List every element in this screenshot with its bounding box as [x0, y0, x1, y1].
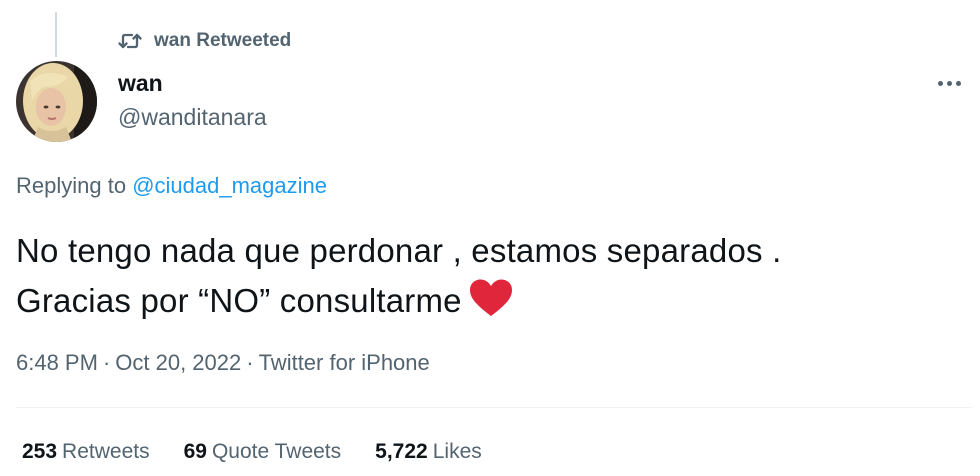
retweets-stat[interactable]: 253 Retweets [22, 440, 150, 464]
tweet-metadata: 6:48 PM · Oct 20, 2022 · Twitter for iPhone [16, 350, 430, 376]
tweet-text-line-2: Gracias por “NO” consultarme [16, 276, 966, 332]
meta-separator: · [246, 350, 254, 375]
tweet-text-line-1: No tengo nada que perdonar , estamos sep… [16, 232, 782, 269]
retweet-label: wan Retweeted [154, 30, 292, 51]
replying-prefix: Replying to [16, 173, 127, 198]
more-dot [955, 80, 961, 86]
engagement-stats: 253 Retweets 69 Quote Tweets 5,722 Likes [22, 440, 482, 464]
likes-stat[interactable]: 5,722 Likes [375, 440, 482, 464]
avatar[interactable] [16, 61, 97, 142]
author-handle[interactable]: @wanditanara [118, 104, 267, 131]
more-icon[interactable] [932, 70, 966, 96]
retweets-count: 253 [22, 440, 58, 463]
divider [16, 407, 972, 408]
tweet-text-line-2-text: Gracias por “NO” consultarme [16, 282, 462, 319]
tweet-source-link[interactable]: Twitter for iPhone [259, 350, 430, 375]
tweet-time[interactable]: 6:48 PM [16, 350, 98, 375]
quote-tweets-count: 69 [183, 440, 207, 463]
tweet-text: No tengo nada que perdonar , estamos sep… [16, 226, 966, 332]
retweets-label: Retweets [62, 440, 150, 463]
more-dot [937, 80, 943, 86]
meta-separator: · [102, 350, 111, 375]
red-heart-icon [468, 278, 514, 332]
replying-to: Replying to @ciudad_magazine [16, 173, 327, 199]
retweet-header[interactable]: wan Retweeted [118, 28, 291, 54]
likes-label: Likes [432, 440, 482, 463]
reply-mention-link[interactable]: @ciudad_magazine [132, 173, 327, 198]
retweet-icon [118, 31, 142, 51]
more-dot [946, 80, 952, 86]
tweet-date[interactable]: Oct 20, 2022 [115, 350, 241, 375]
quote-tweets-label: Quote Tweets [211, 440, 342, 463]
author-name[interactable]: wan [118, 70, 163, 97]
thread-connector-line [55, 12, 57, 57]
quote-tweets-stat[interactable]: 69 Quote Tweets [184, 440, 342, 464]
likes-count: 5,722 [375, 440, 428, 463]
